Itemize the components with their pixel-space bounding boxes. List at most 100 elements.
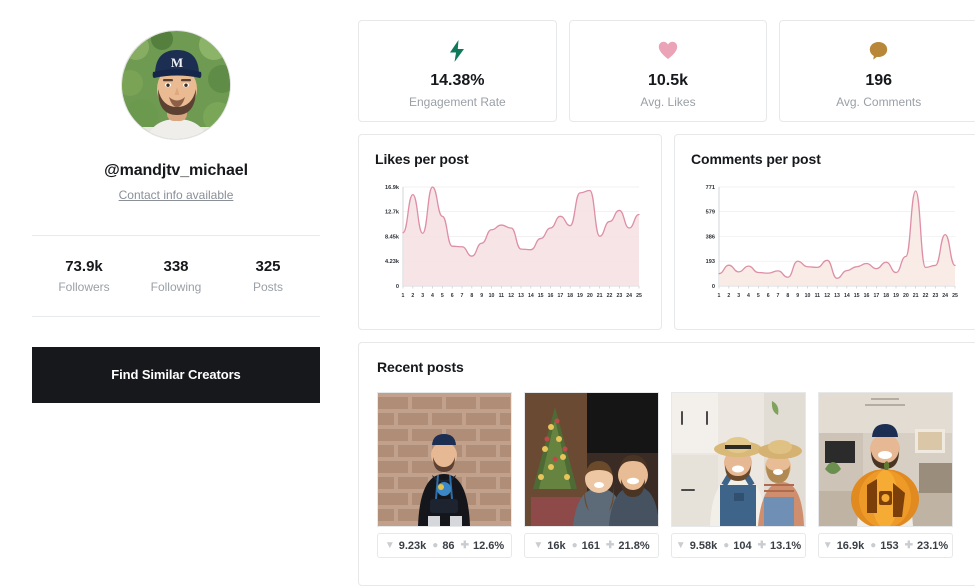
post-comments-value: 161 xyxy=(581,539,601,552)
stat-following: 338 Following xyxy=(130,258,222,294)
svg-text:18: 18 xyxy=(567,293,573,299)
heart-icon: ▼ xyxy=(533,539,544,551)
svg-text:386: 386 xyxy=(706,234,715,240)
post-metrics: ▼ 16k ● 161 ✚ 21.8% xyxy=(524,533,659,558)
stat-following-label: Following xyxy=(150,279,202,294)
svg-text:23: 23 xyxy=(932,293,938,299)
post-likes: ▼ 9.23k xyxy=(385,540,426,552)
svg-text:6: 6 xyxy=(451,293,454,299)
svg-text:15: 15 xyxy=(854,293,860,299)
avatar: M xyxy=(121,30,231,140)
svg-text:2: 2 xyxy=(411,293,414,299)
post-item[interactable]: ▼ 9.23k ● 86 ✚ 12.6% xyxy=(377,392,512,558)
post-comments-value: 86 xyxy=(442,539,455,552)
svg-text:19: 19 xyxy=(893,293,899,299)
kpi-card-avg-likes: 10.5k Avg. Likes xyxy=(568,20,768,122)
recent-posts-card: Recent posts ▼ 9.23k ● 86 ✚ 12.6% ▼ 16k … xyxy=(358,342,975,586)
post-engagement-value: 13.1% xyxy=(770,539,802,552)
post-item[interactable]: ▼ 9.58k ● 104 ✚ 13.1% xyxy=(671,392,806,558)
post-thumbnail[interactable] xyxy=(818,392,953,527)
svg-text:11: 11 xyxy=(499,293,505,299)
chart-title-comments: Comments per post xyxy=(691,151,821,167)
post-item[interactable]: ▼ 16.9k ● 153 ✚ 23.1% xyxy=(818,392,953,558)
chart-plot-comments: 0 193 386 579 771 1 2 3 4 5 6 7 8 9 10 11 12 13 14 15 16 17 18… xyxy=(691,181,961,306)
post-comments-value: 153 xyxy=(880,539,899,552)
post-metrics: ▼ 9.23k ● 86 ✚ 12.6% xyxy=(377,533,512,558)
svg-text:16: 16 xyxy=(864,293,870,299)
post-comments: ● 86 xyxy=(432,540,454,552)
post-engagement-value: 12.6% xyxy=(472,539,505,552)
svg-text:19: 19 xyxy=(577,293,583,299)
profile-stats: 73.9k Followers 338 Following 325 Posts xyxy=(32,236,320,316)
post-engagement: ✚ 12.6% xyxy=(461,540,505,552)
post-thumbnail-image-4 xyxy=(819,393,952,526)
svg-text:8: 8 xyxy=(786,293,789,299)
svg-text:4.23k: 4.23k xyxy=(385,259,400,265)
svg-text:0: 0 xyxy=(712,284,715,290)
post-engagement: ✚ 13.1% xyxy=(758,540,802,552)
engagement-icon: ✚ xyxy=(757,539,767,551)
analytics-content: 14.38% Engagement Rate 10.5k Avg. Likes … xyxy=(352,0,975,586)
svg-text:11: 11 xyxy=(815,293,821,299)
kpi-avg-likes-value: 10.5k xyxy=(647,71,689,89)
svg-text:7: 7 xyxy=(777,293,780,299)
post-metrics: ▼ 9.58k ● 104 ✚ 13.1% xyxy=(671,533,806,558)
svg-text:3: 3 xyxy=(737,293,740,299)
svg-text:25: 25 xyxy=(952,293,958,299)
comment-icon: ● xyxy=(571,539,578,551)
kpi-card-engagement-rate: 14.38% Engagement Rate xyxy=(358,20,557,122)
profile-panel: M @mandjtv_michael Contact info availabl… xyxy=(0,0,352,586)
svg-text:4: 4 xyxy=(747,293,750,299)
heart-icon xyxy=(658,38,678,64)
kpi-engagement-rate-value: 14.38% xyxy=(430,71,485,89)
post-item[interactable]: ▼ 16k ● 161 ✚ 21.8% xyxy=(524,392,659,558)
comments-per-post-chart: 01933865797711 2 3 4 5 6 7 8 9 10 11 12 13 14 15 16 17 18… xyxy=(706,185,958,299)
post-thumbnail[interactable] xyxy=(671,392,806,527)
svg-text:24: 24 xyxy=(942,293,948,299)
stat-posts-value: 325 xyxy=(255,258,281,275)
post-thumbnail-image-3 xyxy=(672,393,805,526)
user-avatar-photo-icon: M xyxy=(122,31,230,139)
stat-followers: 73.9k Followers xyxy=(38,258,130,294)
svg-text:18: 18 xyxy=(883,293,889,299)
stat-followers-label: Followers xyxy=(58,279,110,294)
post-comments: ● 153 xyxy=(870,540,898,552)
divider-bottom xyxy=(32,315,320,317)
chart-title-likes: Likes per post xyxy=(375,151,469,167)
svg-text:20: 20 xyxy=(903,293,909,299)
svg-text:21: 21 xyxy=(913,293,919,299)
svg-text:17: 17 xyxy=(873,293,879,299)
svg-text:24: 24 xyxy=(626,293,632,299)
post-comments: ● 161 xyxy=(572,540,600,552)
svg-text:4: 4 xyxy=(431,293,434,299)
contact-info-link[interactable]: Contact info available xyxy=(119,188,234,202)
svg-text:1: 1 xyxy=(402,293,405,299)
svg-text:12.7k: 12.7k xyxy=(385,210,400,216)
svg-text:3: 3 xyxy=(421,293,424,299)
stat-posts: 325 Posts xyxy=(222,258,314,294)
svg-text:25: 25 xyxy=(636,293,642,299)
post-thumbnail-image-2 xyxy=(525,393,658,526)
engagement-icon: ✚ xyxy=(606,539,615,551)
svg-text:5: 5 xyxy=(441,293,444,299)
post-thumbnail[interactable] xyxy=(377,392,512,527)
find-similar-creators-button[interactable]: Find Similar Creators xyxy=(32,346,320,403)
svg-text:8: 8 xyxy=(470,293,473,299)
post-comments: ● 104 xyxy=(723,540,751,552)
heart-icon: ▼ xyxy=(675,539,686,551)
post-likes: ▼ 16.9k xyxy=(823,540,864,552)
post-engagement-value: 23.1% xyxy=(917,539,949,552)
svg-text:1: 1 xyxy=(718,293,721,299)
post-comments-value: 104 xyxy=(733,539,752,552)
svg-text:579: 579 xyxy=(706,210,715,216)
svg-text:22: 22 xyxy=(923,293,929,299)
post-thumbnail[interactable] xyxy=(524,392,659,527)
post-likes-value: 9.23k xyxy=(398,539,427,552)
svg-text:16.9k: 16.9k xyxy=(385,185,400,191)
svg-text:7: 7 xyxy=(461,293,464,299)
svg-text:23: 23 xyxy=(616,293,622,299)
svg-text:12: 12 xyxy=(508,293,514,299)
post-likes: ▼ 16k xyxy=(533,540,565,552)
svg-text:2: 2 xyxy=(727,293,730,299)
comment-bubble-icon xyxy=(869,38,888,64)
